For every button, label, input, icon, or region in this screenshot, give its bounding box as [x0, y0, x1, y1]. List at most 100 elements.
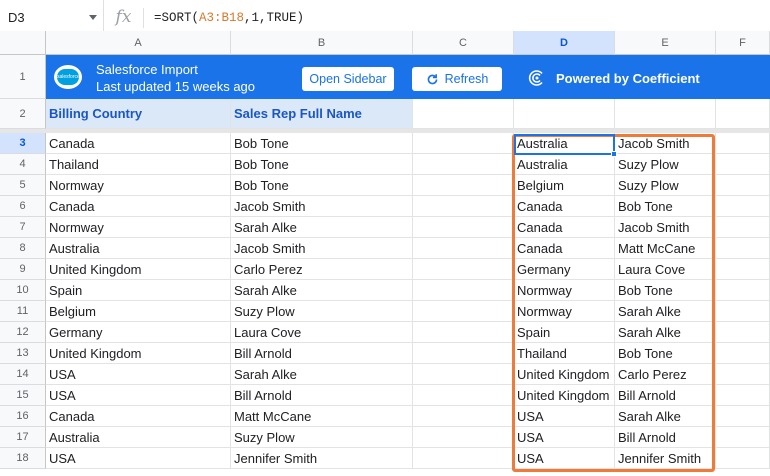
- table-cell[interactable]: Bob Tone: [231, 154, 413, 175]
- table-cell[interactable]: Germany: [46, 322, 231, 343]
- table-cell[interactable]: United Kingdom: [514, 364, 615, 385]
- table-cell[interactable]: USA: [46, 364, 231, 385]
- row-header[interactable]: 5: [0, 175, 46, 196]
- column-header-a[interactable]: A: [46, 31, 231, 55]
- table-cell[interactable]: Thailand: [46, 154, 231, 175]
- table-cell[interactable]: Jennifer Smith: [231, 448, 413, 469]
- row-header[interactable]: 10: [0, 280, 46, 301]
- table-cell[interactable]: Suzy Plow: [615, 154, 716, 175]
- table-cell[interactable]: Australia: [514, 154, 615, 175]
- table-cell[interactable]: Spain: [514, 322, 615, 343]
- table-cell[interactable]: Normway: [514, 280, 615, 301]
- row-header[interactable]: 16: [0, 406, 46, 427]
- table-cell[interactable]: Laura Cove: [615, 259, 716, 280]
- table-cell[interactable]: [716, 238, 770, 259]
- table-cell[interactable]: Australia: [46, 238, 231, 259]
- table-cell[interactable]: [716, 280, 770, 301]
- row-header[interactable]: 17: [0, 427, 46, 448]
- table-cell[interactable]: USA: [514, 448, 615, 469]
- table-cell[interactable]: [716, 133, 770, 154]
- row-header[interactable]: 6: [0, 196, 46, 217]
- table-cell[interactable]: Sarah Alke: [231, 364, 413, 385]
- table-cell[interactable]: Jacob Smith: [231, 238, 413, 259]
- cell-f2[interactable]: [716, 99, 770, 129]
- table-cell[interactable]: Jacob Smith: [615, 133, 716, 154]
- table-cell[interactable]: Sarah Alke: [231, 280, 413, 301]
- table-cell[interactable]: [413, 364, 514, 385]
- row-header[interactable]: 14: [0, 364, 46, 385]
- table-cell[interactable]: Belgium: [46, 301, 231, 322]
- cell-d2[interactable]: [514, 99, 615, 129]
- row-header[interactable]: 9: [0, 259, 46, 280]
- cell-c2[interactable]: [413, 99, 514, 129]
- table-cell[interactable]: [716, 175, 770, 196]
- row-header[interactable]: 13: [0, 343, 46, 364]
- table-cell[interactable]: Suzy Plow: [615, 175, 716, 196]
- table-cell[interactable]: USA: [514, 427, 615, 448]
- table-cell[interactable]: [413, 259, 514, 280]
- column-header-d[interactable]: D: [514, 31, 615, 55]
- column-header-c[interactable]: C: [413, 31, 514, 55]
- table-cell[interactable]: [413, 238, 514, 259]
- table-cell[interactable]: Canada: [514, 217, 615, 238]
- table-cell[interactable]: United Kingdom: [46, 259, 231, 280]
- table-cell[interactable]: [413, 280, 514, 301]
- column-header-e[interactable]: E: [615, 31, 716, 55]
- table-cell[interactable]: Canada: [46, 133, 231, 154]
- table-cell[interactable]: Bill Arnold: [231, 343, 413, 364]
- table-cell[interactable]: Matt McCane: [231, 406, 413, 427]
- table-cell[interactable]: Carlo Perez: [615, 364, 716, 385]
- row-header[interactable]: 12: [0, 322, 46, 343]
- row-header-2[interactable]: 2: [0, 99, 46, 129]
- table-cell[interactable]: Canada: [46, 406, 231, 427]
- table-cell[interactable]: [413, 385, 514, 406]
- table-cell[interactable]: Bob Tone: [615, 343, 716, 364]
- table-cell[interactable]: Sarah Alke: [615, 301, 716, 322]
- select-all-corner[interactable]: [0, 31, 46, 55]
- chevron-down-icon[interactable]: [89, 15, 97, 20]
- table-cell[interactable]: [716, 196, 770, 217]
- table-cell[interactable]: [716, 217, 770, 238]
- cell-e2[interactable]: [615, 99, 716, 129]
- table-cell[interactable]: [716, 448, 770, 469]
- header-sales-rep[interactable]: Sales Rep Full Name: [231, 99, 413, 129]
- column-header-f[interactable]: F: [716, 31, 770, 55]
- table-cell[interactable]: [413, 322, 514, 343]
- table-cell[interactable]: Jacob Smith: [231, 196, 413, 217]
- table-cell[interactable]: [413, 343, 514, 364]
- table-cell[interactable]: [413, 154, 514, 175]
- table-cell[interactable]: Laura Cove: [231, 322, 413, 343]
- open-sidebar-button[interactable]: Open Sidebar: [302, 67, 394, 91]
- formula-input[interactable]: =SORT(A3:B18,1,TRUE): [144, 11, 304, 25]
- table-cell[interactable]: Sarah Alke: [615, 322, 716, 343]
- table-cell[interactable]: [413, 406, 514, 427]
- table-cell[interactable]: Spain: [46, 280, 231, 301]
- row-header[interactable]: 8: [0, 238, 46, 259]
- table-cell[interactable]: [716, 364, 770, 385]
- table-cell[interactable]: [716, 406, 770, 427]
- table-cell[interactable]: Germany: [514, 259, 615, 280]
- table-cell[interactable]: Sarah Alke: [615, 406, 716, 427]
- table-cell[interactable]: [413, 217, 514, 238]
- table-cell[interactable]: [413, 301, 514, 322]
- table-cell[interactable]: [716, 259, 770, 280]
- table-cell[interactable]: [716, 427, 770, 448]
- table-cell[interactable]: Suzy Plow: [231, 427, 413, 448]
- row-header[interactable]: 7: [0, 217, 46, 238]
- row-header[interactable]: 4: [0, 154, 46, 175]
- table-cell[interactable]: Carlo Perez: [231, 259, 413, 280]
- table-cell[interactable]: Normway: [514, 301, 615, 322]
- table-cell[interactable]: Bob Tone: [615, 196, 716, 217]
- table-cell[interactable]: Canada: [46, 196, 231, 217]
- table-cell[interactable]: USA: [514, 406, 615, 427]
- table-cell[interactable]: Thailand: [514, 343, 615, 364]
- table-cell[interactable]: USA: [46, 385, 231, 406]
- table-cell[interactable]: Jennifer Smith: [615, 448, 716, 469]
- table-cell[interactable]: [413, 427, 514, 448]
- table-cell[interactable]: Bob Tone: [231, 175, 413, 196]
- table-cell[interactable]: Australia: [514, 133, 615, 154]
- table-cell[interactable]: Bill Arnold: [615, 427, 716, 448]
- table-cell[interactable]: Bill Arnold: [615, 385, 716, 406]
- table-cell[interactable]: [413, 448, 514, 469]
- table-cell[interactable]: [413, 133, 514, 154]
